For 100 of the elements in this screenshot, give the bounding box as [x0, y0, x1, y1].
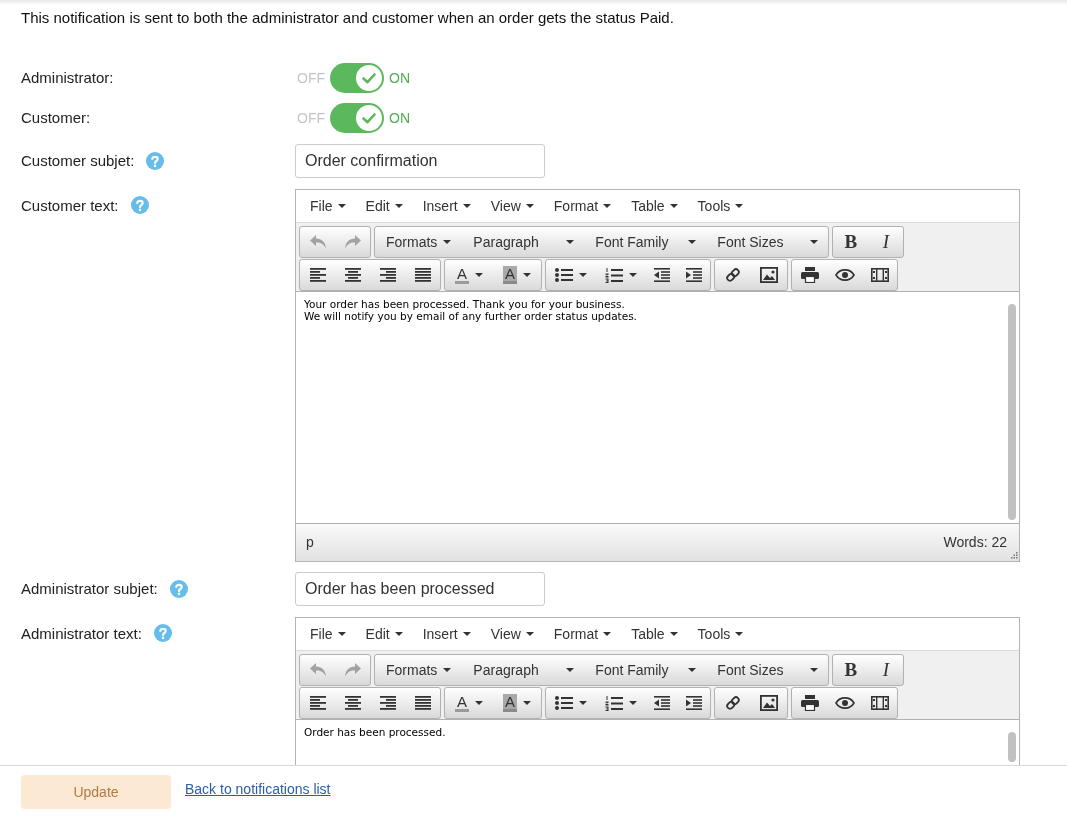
toggle-switch[interactable]: [330, 63, 384, 93]
bold-button[interactable]: B: [833, 655, 869, 685]
justify-icon: [414, 268, 431, 282]
on-label: ON: [389, 110, 410, 126]
link-icon: [725, 695, 741, 711]
bullet-list-icon: [555, 696, 573, 710]
italic-button[interactable]: I: [868, 655, 904, 685]
toolbar-dropdown[interactable]: Paragraph: [462, 227, 585, 257]
resize-handle-icon: [1009, 551, 1018, 560]
caret-icon: [337, 204, 346, 208]
background-color-button[interactable]: A: [493, 260, 541, 290]
toolbar-dropdown[interactable]: Font Family: [584, 227, 707, 257]
check-knob-icon: [356, 105, 382, 131]
scrollbar-thumb[interactable]: [1008, 732, 1016, 762]
caret-icon: [735, 204, 744, 208]
toolbar-dropdown[interactable]: Font Family: [584, 655, 707, 685]
help-icon: [146, 152, 165, 170]
caret-icon: [566, 240, 575, 244]
caret-icon: [523, 701, 531, 705]
redo-icon: [344, 235, 361, 249]
notification-description: This notification is sent to both the administrator and customer when an order gets the status Paid.: [21, 8, 674, 28]
caret-icon: [475, 273, 483, 277]
editor-text-field[interactable]: Your order has been processed. Thank you for your business. We will notify you by email of any further order status updates.: [296, 291, 1019, 523]
field-label: Administrator text:: [21, 624, 142, 644]
justify-icon: [414, 696, 431, 710]
align-right-icon: [379, 268, 396, 282]
toolbar-dropdown[interactable]: Paragraph: [462, 655, 585, 685]
link-icon: [725, 267, 741, 283]
scrollbar-thumb[interactable]: [1008, 304, 1016, 520]
menu-item[interactable]: Tools: [687, 621, 754, 647]
menu-item[interactable]: Format: [543, 621, 622, 647]
image-icon: [760, 695, 778, 711]
menu-item[interactable]: View: [480, 193, 544, 219]
outdent-icon: [654, 268, 670, 282]
caret-icon: [629, 273, 637, 277]
toolbar-dropdown[interactable]: Formats: [375, 655, 463, 685]
align-right-icon: [379, 696, 396, 710]
caret-icon: [525, 204, 534, 208]
check-knob-icon: [356, 65, 382, 91]
text-color-button[interactable]: A: [445, 688, 493, 718]
help-icon: [130, 196, 149, 214]
caret-icon: [810, 668, 819, 672]
menu-item[interactable]: Table: [621, 193, 688, 219]
align-center-icon: [344, 696, 361, 710]
italic-button[interactable]: I: [868, 227, 904, 257]
editor-text-field[interactable]: Order has been processed.: [296, 719, 1019, 765]
eye-icon: [834, 269, 855, 281]
menu-item[interactable]: Tools: [687, 193, 754, 219]
on-label: ON: [389, 70, 410, 86]
subject-field[interactable]: Order has been processed: [295, 572, 545, 606]
caret-icon: [525, 632, 534, 636]
menu-item[interactable]: File: [300, 193, 356, 219]
toolbar-dropdown[interactable]: Font Sizes: [706, 655, 829, 685]
menu-item[interactable]: Table: [621, 621, 688, 647]
menu-item[interactable]: View: [480, 621, 544, 647]
field-label: Administrator:: [21, 68, 114, 88]
align-left-icon: [309, 696, 326, 710]
subject-field[interactable]: Order confirmation: [295, 144, 545, 178]
image-icon: [760, 267, 778, 283]
align-left-icon: [309, 268, 326, 282]
caret-icon: [579, 273, 587, 277]
text-color-button[interactable]: A: [445, 260, 493, 290]
help-icon: [169, 580, 188, 598]
caret-icon: [603, 204, 612, 208]
toolbar-dropdown[interactable]: Font Sizes: [706, 227, 829, 257]
background-color-button[interactable]: A: [493, 688, 541, 718]
back-link[interactable]: Back to notifications list: [185, 779, 331, 799]
menu-item[interactable]: Insert: [412, 621, 481, 647]
film-icon: [870, 696, 889, 710]
field-label: Administrator subjet:: [21, 579, 158, 599]
numbered-list-icon: [605, 695, 623, 711]
bold-button[interactable]: B: [833, 227, 869, 257]
align-center-icon: [344, 268, 361, 282]
menu-item[interactable]: File: [300, 621, 356, 647]
film-icon: [870, 268, 889, 282]
indent-icon: [686, 268, 702, 282]
menu-item[interactable]: Edit: [355, 621, 413, 647]
caret-icon: [337, 632, 346, 636]
redo-icon: [344, 663, 361, 677]
element-path[interactable]: p: [306, 532, 314, 553]
menu-item[interactable]: Insert: [412, 193, 481, 219]
caret-icon: [629, 701, 637, 705]
eye-icon: [834, 697, 855, 709]
caret-icon: [735, 632, 744, 636]
caret-icon: [462, 632, 471, 636]
toggle-switch[interactable]: [330, 103, 384, 133]
toolbar-dropdown[interactable]: Formats: [375, 227, 463, 257]
menu-item[interactable]: Format: [543, 193, 622, 219]
caret-icon: [394, 204, 403, 208]
undo-icon: [309, 235, 326, 249]
print-icon: [800, 267, 819, 283]
field-label: Customer text:: [21, 196, 119, 216]
bullet-list-icon: [555, 268, 573, 282]
off-label: OFF: [297, 70, 325, 86]
caret-icon: [579, 701, 587, 705]
caret-icon: [669, 204, 678, 208]
numbered-list-icon: [605, 267, 623, 283]
caret-icon: [475, 701, 483, 705]
caret-icon: [688, 668, 697, 672]
menu-item[interactable]: Edit: [355, 193, 413, 219]
